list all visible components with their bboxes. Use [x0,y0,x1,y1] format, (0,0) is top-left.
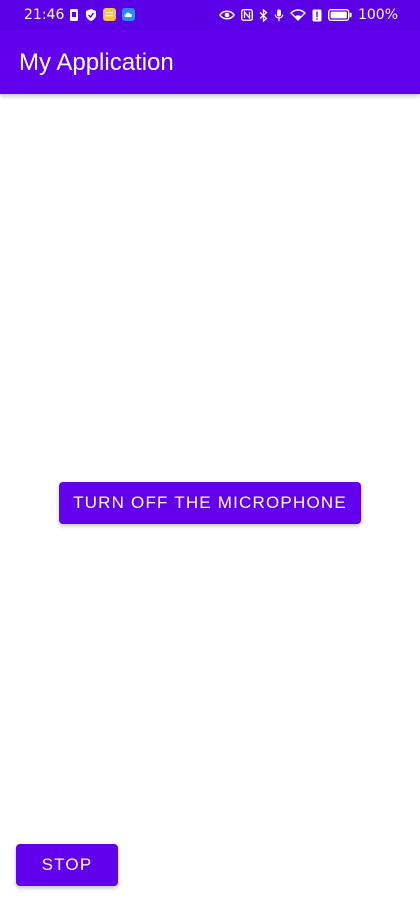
shield-icon [86,8,96,21]
app-title: My Application [19,49,174,76]
notes-app-icon [103,8,116,21]
wifi-icon [289,9,306,21]
status-right: 100% [219,6,398,24]
turn-off-microphone-button[interactable]: TURN OFF THE MICROPHONE [59,482,361,524]
bluetooth-icon [259,8,268,22]
status-left-icons [69,8,135,21]
status-bar: 21:46 100% [0,0,420,30]
microphone-icon [274,9,284,21]
turn-off-microphone-button-label: TURN OFF THE MICROPHONE [73,493,347,512]
nfc-icon [240,9,253,21]
cloud-app-icon [122,8,135,21]
stop-button[interactable]: STOP [16,844,118,886]
battery-icon [327,9,352,21]
stop-button-label: STOP [41,855,93,874]
battery-percentage: 100% [357,7,398,23]
status-time: 21:46 [24,7,65,23]
alert-icon [312,9,322,21]
sim-icon [70,8,78,21]
app-bar: My Application [0,30,420,94]
eye-icon [219,10,235,20]
